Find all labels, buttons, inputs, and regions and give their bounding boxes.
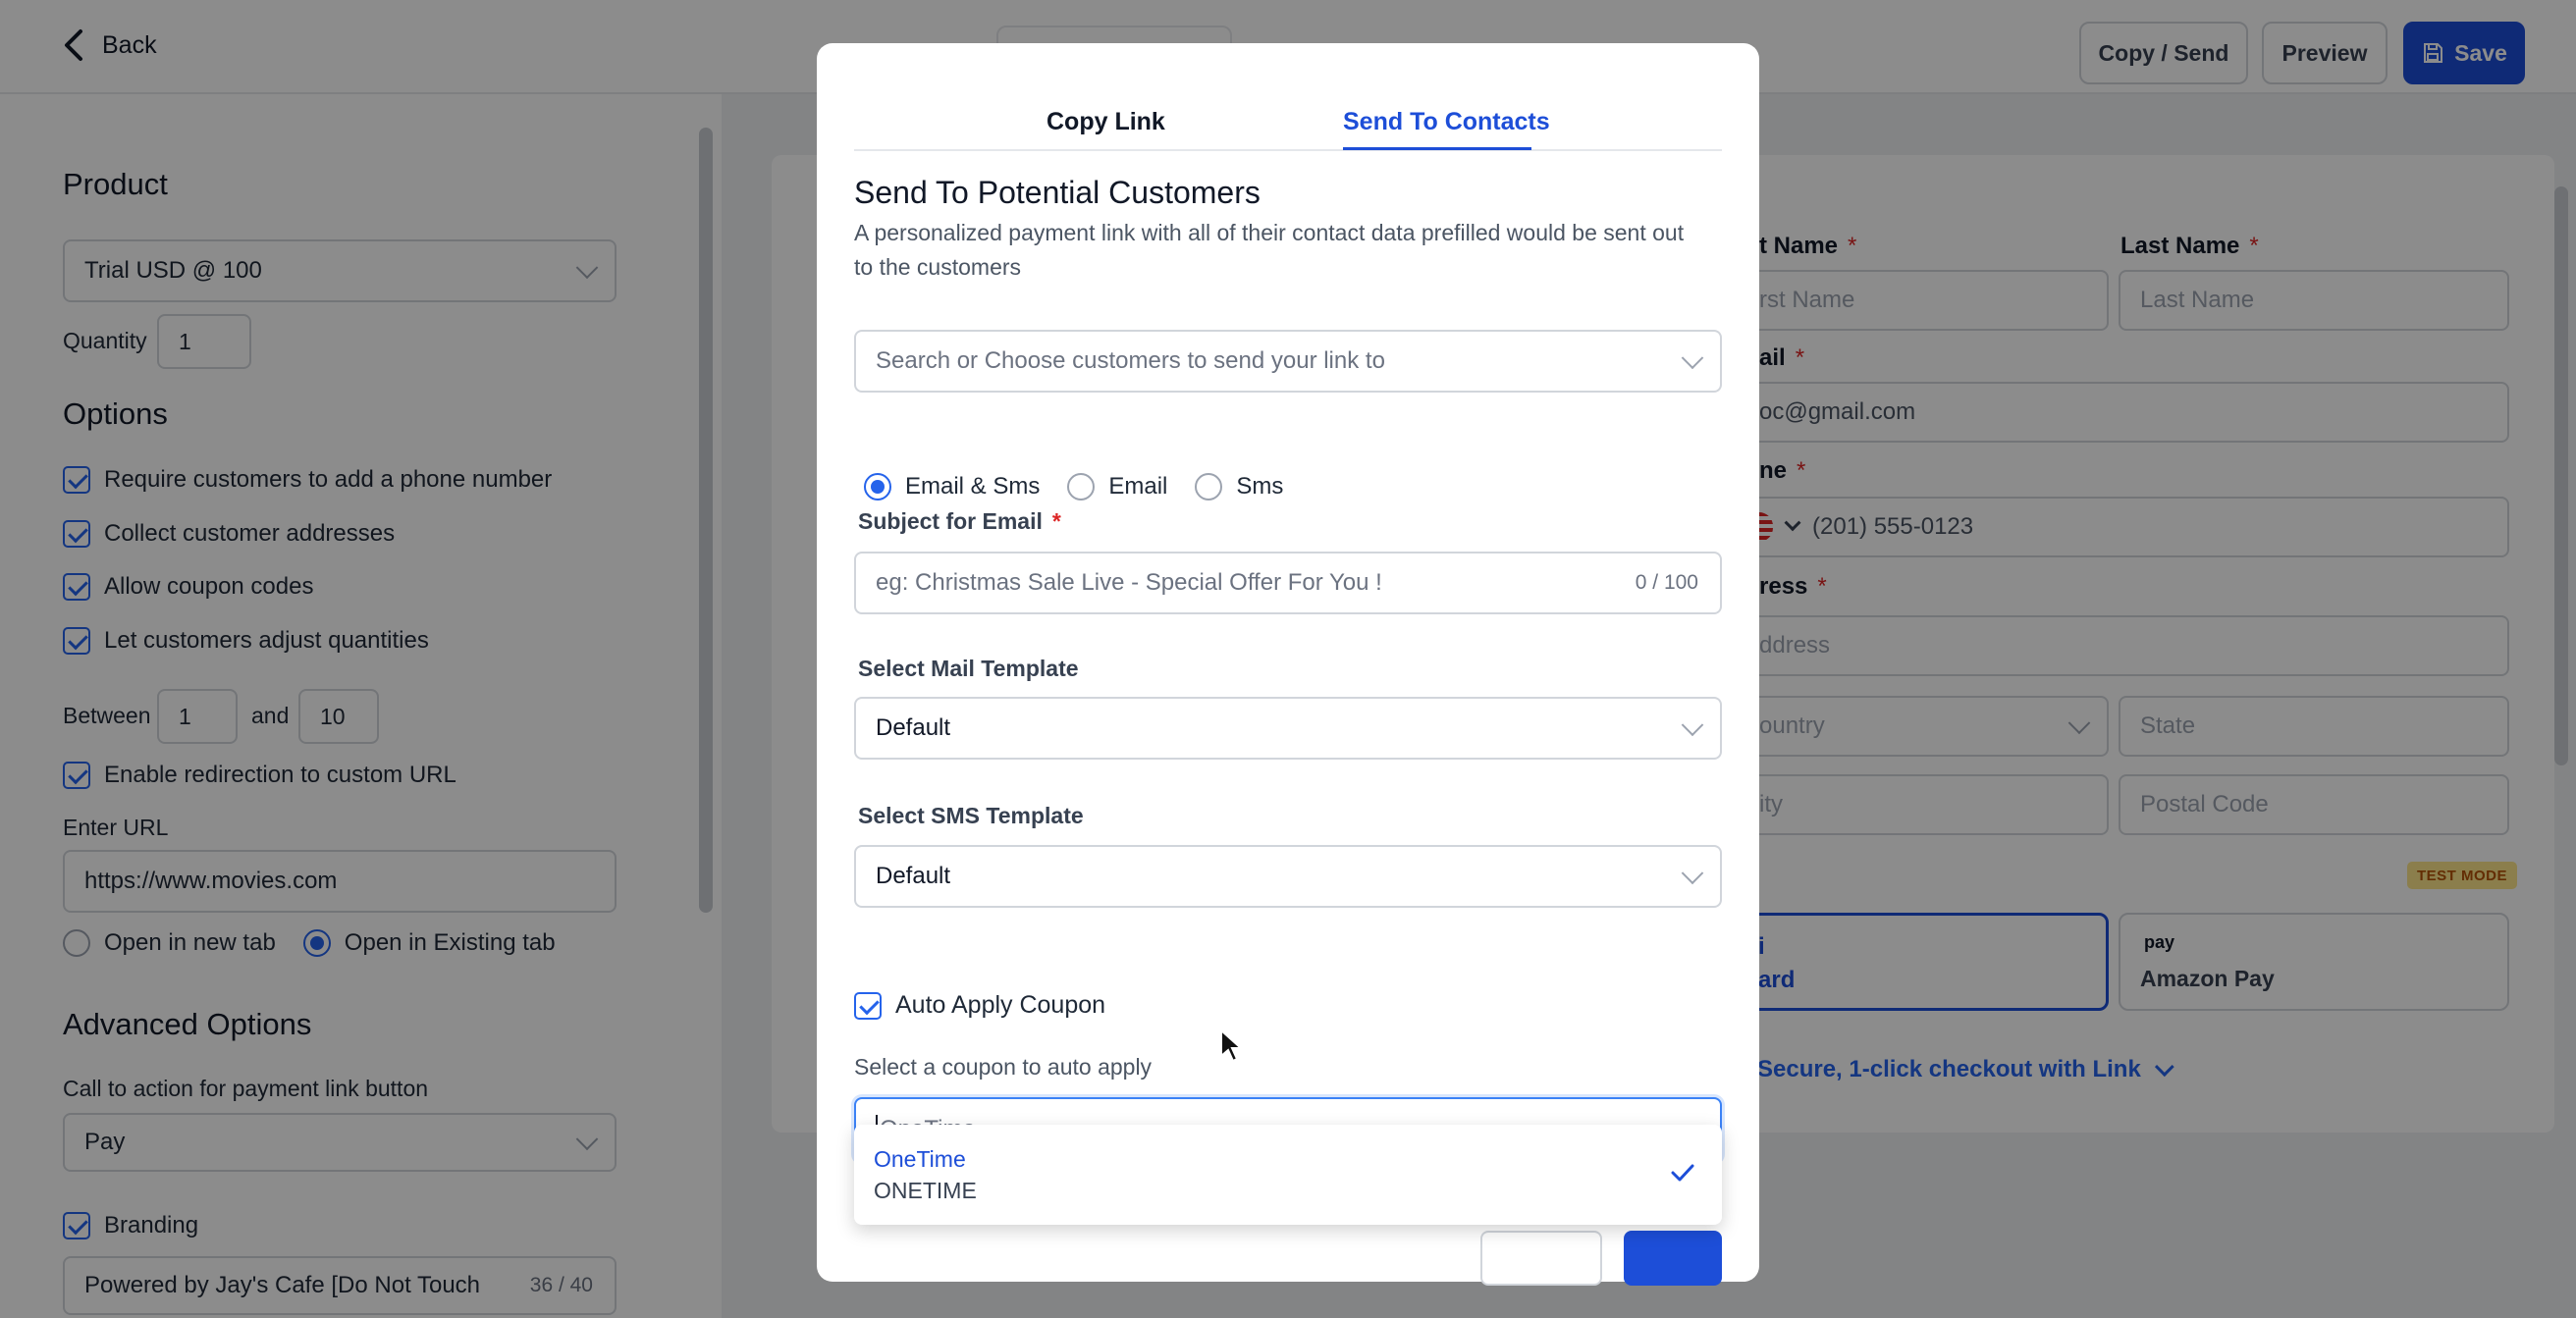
subject-counter: 0 / 100	[1635, 571, 1698, 594]
channel-sms[interactable]: Sms	[1195, 473, 1283, 501]
modal-title: Send To Potential Customers	[854, 175, 1261, 210]
radio-unselected[interactable]	[1195, 473, 1223, 501]
channel-radio-group: Email & Sms Email Sms	[864, 473, 1311, 501]
customer-search-select[interactable]: Search or Choose customers to send your …	[854, 330, 1722, 393]
channel-email[interactable]: Email	[1067, 473, 1167, 501]
tab-copy-link[interactable]: Copy Link	[1046, 108, 1165, 136]
chevron-down-icon	[1681, 862, 1704, 885]
channel-email-sms[interactable]: Email & Sms	[864, 473, 1040, 501]
channel-label: Email	[1108, 473, 1168, 500]
coupon-option-name: OneTime	[874, 1146, 966, 1172]
sms-template-select[interactable]: Default	[854, 845, 1722, 908]
coupon-option-onetime[interactable]: OneTime ONETIME	[854, 1125, 1722, 1225]
radio-selected[interactable]	[864, 473, 891, 501]
sms-template-value: Default	[876, 863, 951, 889]
check-icon	[1671, 1164, 1694, 1182]
mouse-cursor-icon	[1220, 1028, 1243, 1063]
active-tab-indicator	[1343, 147, 1531, 150]
subject-placeholder: eg: Christmas Sale Live - Special Offer …	[876, 569, 1382, 596]
tab-send-to-contacts[interactable]: Send To Contacts	[1343, 108, 1550, 136]
mail-template-select[interactable]: Default	[854, 697, 1722, 760]
cancel-button[interactable]	[1480, 1231, 1602, 1286]
coupon-dropdown: OneTime ONETIME	[854, 1125, 1722, 1225]
chevron-down-icon	[1681, 713, 1704, 737]
share-modal: Copy Link Send To Contacts Send To Poten…	[817, 43, 1759, 1286]
channel-label: Sms	[1236, 473, 1284, 500]
mail-template-value: Default	[876, 714, 951, 741]
subject-input[interactable]: eg: Christmas Sale Live - Special Offer …	[854, 552, 1722, 614]
coupon-option-code: ONETIME	[874, 1178, 977, 1203]
chevron-down-icon	[1681, 346, 1704, 370]
tab-divider	[854, 149, 1722, 151]
coupon-label: Select a coupon to auto apply	[854, 1054, 1153, 1080]
auto-apply-label: Auto Apply Coupon	[895, 991, 1106, 1019]
send-button[interactable]	[1624, 1231, 1722, 1286]
modal-description: A personalized payment link with all of …	[854, 220, 1685, 280]
checkbox-checked[interactable]	[854, 991, 882, 1020]
mail-template-label: Select Mail Template	[858, 656, 1079, 681]
customer-search-placeholder: Search or Choose customers to send your …	[876, 347, 1385, 374]
auto-apply-coupon[interactable]: Auto Apply Coupon	[854, 991, 1105, 1020]
channel-label: Email & Sms	[905, 473, 1041, 500]
radio-unselected[interactable]	[1067, 473, 1096, 501]
subject-label: Subject for Email *	[858, 508, 1061, 534]
sms-template-label: Select SMS Template	[858, 803, 1084, 828]
